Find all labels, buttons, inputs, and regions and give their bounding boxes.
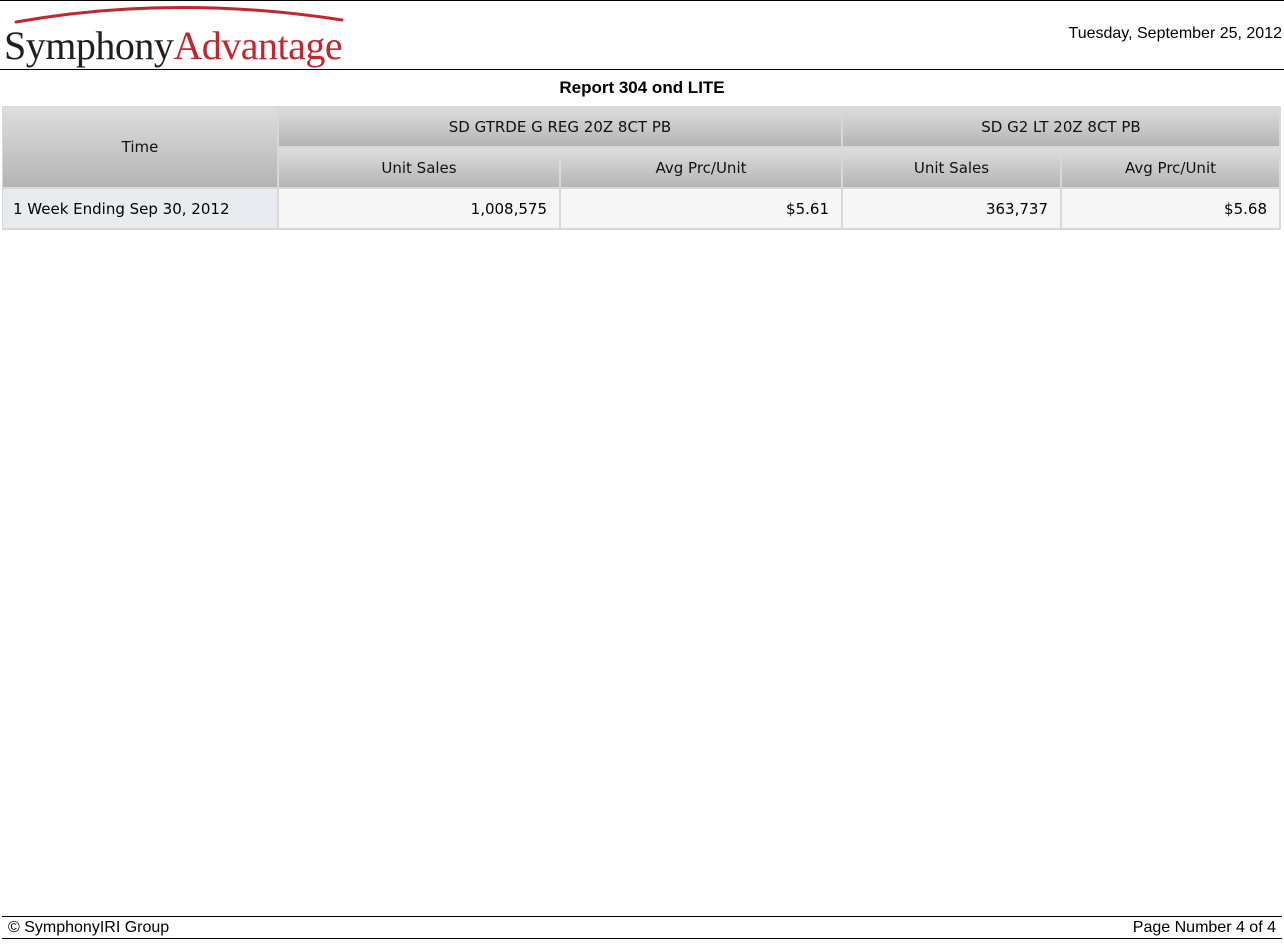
cell-avg-price-2: $5.68 xyxy=(1062,189,1279,228)
group-header-product-1: SD GTRDE G REG 20Z 8CT PB xyxy=(279,107,841,146)
logo-text-advantage: Advantage xyxy=(173,23,343,68)
report-title: Report 304 ond LITE xyxy=(559,78,725,97)
column-header-time: Time xyxy=(3,107,277,187)
cell-unit-sales-1: 1,008,575 xyxy=(279,189,559,228)
column-header-avg-price-2: Avg Prc/Unit xyxy=(1062,148,1279,187)
footer-rule-top xyxy=(2,916,1282,917)
footer-copyright: © SymphonyIRI Group xyxy=(8,919,170,936)
column-header-unit-sales-1: Unit Sales xyxy=(279,148,559,187)
logo-text-symphony: Symphony xyxy=(4,23,174,68)
cell-unit-sales-2: 363,737 xyxy=(843,189,1060,228)
footer-page-number: Page Number 4 of 4 xyxy=(1132,919,1276,936)
header-rule xyxy=(0,69,1284,70)
report-table: Time SD GTRDE G REG 20Z 8CT PB SD G2 LT … xyxy=(2,106,1281,230)
group-header-product-2: SD G2 LT 20Z 8CT PB xyxy=(843,107,1279,146)
logo-text: SymphonyAdvantage xyxy=(4,23,343,68)
cell-avg-price-1: $5.61 xyxy=(561,189,841,228)
footer-rule-bottom xyxy=(2,938,1282,939)
row-label-time: 1 Week Ending Sep 30, 2012 xyxy=(3,189,277,228)
report-date: Tuesday, September 25, 2012 xyxy=(1068,25,1282,42)
column-header-unit-sales-2: Unit Sales xyxy=(843,148,1060,187)
top-rule xyxy=(0,0,1284,1)
symphony-advantage-logo: SymphonyAdvantage xyxy=(4,2,349,68)
column-header-avg-price-1: Avg Prc/Unit xyxy=(561,148,841,187)
